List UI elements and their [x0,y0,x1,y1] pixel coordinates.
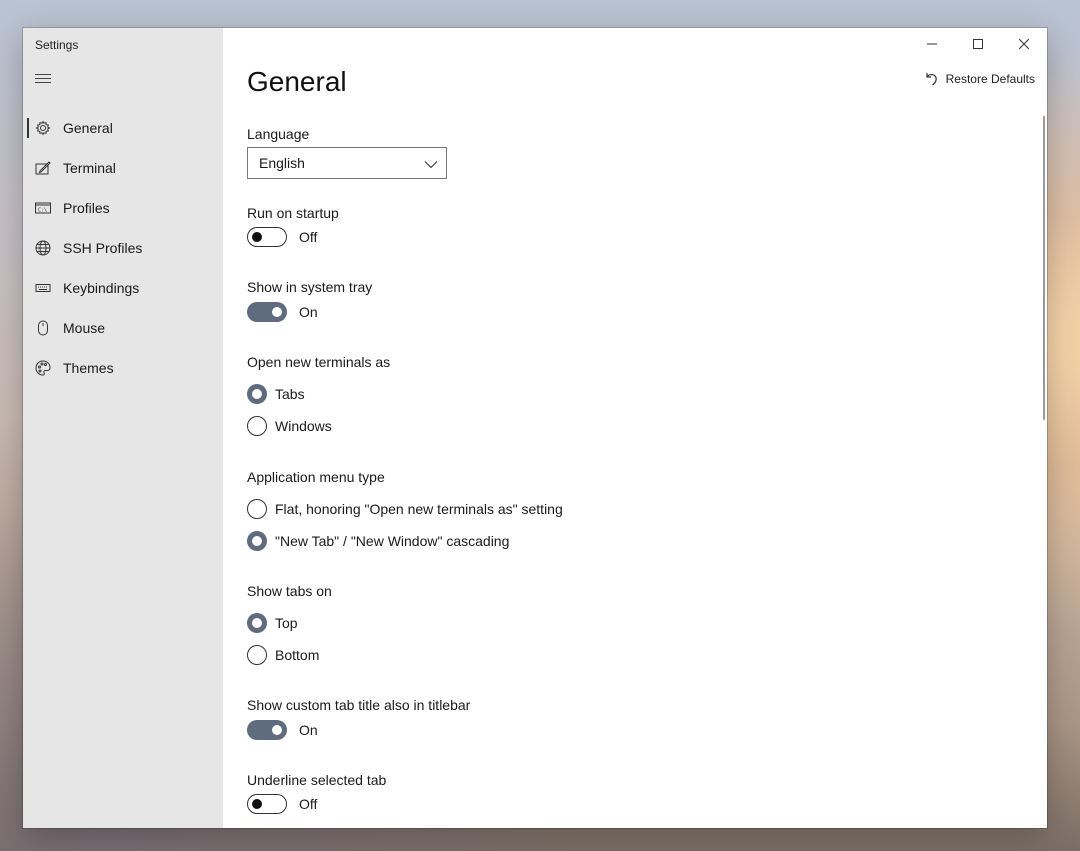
system-tray-toggle[interactable]: On [247,302,318,322]
sidebar-item-ssh-profiles[interactable]: SSH Profiles [23,228,223,268]
radio-tabs[interactable]: Tabs [247,384,305,404]
command-prompt-icon: C:\ [35,200,51,216]
radio-button [247,531,267,551]
chevron-down-icon [424,161,438,169]
app-menu-type-label: Application menu type [247,469,385,485]
restore-defaults-label: Restore Defaults [945,72,1035,86]
keyboard-icon [35,280,51,296]
minimize-icon [927,43,937,45]
sidebar-item-label: Keybindings [63,280,140,296]
toggle-switch [247,794,287,814]
mouse-icon [35,320,51,336]
sidebar-item-label: Themes [63,360,114,376]
radio-bottom[interactable]: Bottom [247,645,319,665]
toggle-switch [247,227,287,247]
radio-label: Flat, honoring "Open new terminals as" s… [275,501,563,517]
maximize-icon [973,39,983,49]
sidebar-item-label: Mouse [63,320,106,336]
open-new-terminals-label: Open new terminals as [247,354,391,370]
radio-button [247,613,267,633]
sidebar-item-label: General [63,120,113,136]
sidebar-item-mouse[interactable]: Mouse [23,308,223,348]
globe-icon [35,240,51,256]
toggle-switch [247,720,287,740]
run-on-startup-toggle[interactable]: Off [247,227,317,247]
toggle-state: Off [299,796,318,812]
radio-top[interactable]: Top [247,613,298,633]
radio-label: Bottom [275,647,320,663]
sidebar-item-label: SSH Profiles [63,240,143,256]
language-value: English [259,155,305,171]
radio-label: "New Tab" / "New Window" cascading [275,533,510,549]
custom-title-titlebar-toggle[interactable]: On [247,720,318,740]
radio-button [247,384,267,404]
settings-window: Settings General Terminal C:\ Profiles S… [23,28,1047,828]
toggle-state: On [299,304,318,320]
maximize-button[interactable] [955,28,1001,60]
radio-label: Tabs [275,386,305,402]
minimize-button[interactable] [909,28,955,60]
radio-button [247,499,267,519]
main-content: General Restore Defaults Language Englis… [223,28,1047,828]
show-tabs-on-label: Show tabs on [247,583,332,599]
underline-selected-tab-label: Underline selected tab [247,772,387,788]
svg-text:C:\: C:\ [38,208,47,214]
system-tray-label: Show in system tray [247,279,373,295]
vertical-scrollbar[interactable] [1043,116,1045,420]
gear-icon [35,120,51,136]
radio-label: Top [275,615,298,631]
page-title: General [247,66,347,97]
undo-icon [924,72,938,86]
sidebar-item-label: Profiles [63,200,110,216]
sidebar: Settings General Terminal C:\ Profiles S… [23,28,223,828]
sidebar-item-keybindings[interactable]: Keybindings [23,268,223,308]
toggle-state: Off [299,229,318,245]
radio-button [247,416,267,436]
toggle-switch [247,302,287,322]
app-title: Settings [35,38,79,52]
hamburger-menu-icon[interactable] [35,74,53,86]
restore-defaults-button[interactable]: Restore Defaults [924,72,1035,86]
toggle-state: On [299,722,318,738]
sidebar-nav: General Terminal C:\ Profiles SSH Profil… [23,108,223,388]
sidebar-item-themes[interactable]: Themes [23,348,223,388]
sidebar-item-label: Terminal [63,160,116,176]
terminal-pen-icon [35,160,51,176]
radio-flat-menu[interactable]: Flat, honoring "Open new terminals as" s… [247,499,563,519]
custom-title-titlebar-label: Show custom tab title also in titlebar [247,697,471,713]
radio-button [247,645,267,665]
palette-icon [35,360,51,376]
sidebar-item-profiles[interactable]: C:\ Profiles [23,188,223,228]
sidebar-item-general[interactable]: General [23,108,223,148]
caption-buttons [909,28,1047,60]
sidebar-item-terminal[interactable]: Terminal [23,148,223,188]
radio-label: Windows [275,418,332,434]
run-on-startup-label: Run on startup [247,205,339,221]
underline-selected-tab-toggle[interactable]: Off [247,794,317,814]
radio-windows[interactable]: Windows [247,416,332,436]
close-button[interactable] [1001,28,1047,60]
language-dropdown[interactable]: English [247,147,447,179]
language-label: Language [247,126,310,142]
close-icon [1019,39,1029,49]
radio-cascading-menu[interactable]: "New Tab" / "New Window" cascading [247,531,509,551]
